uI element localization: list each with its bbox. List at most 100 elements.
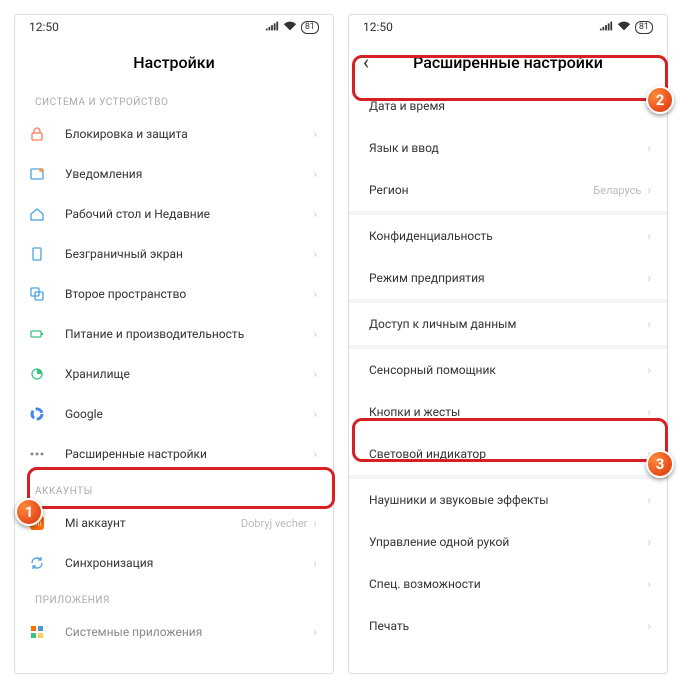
row-label: Доступ к личным данным xyxy=(369,317,647,331)
apps-icon xyxy=(29,624,65,640)
row-item[interactable]: Язык и ввод› xyxy=(349,127,667,169)
row-item[interactable]: Спец. возможности› xyxy=(349,563,667,605)
chevron-right-icon: › xyxy=(647,577,651,591)
row-label: Рабочий стол и Недавние xyxy=(65,207,313,221)
signal-icon xyxy=(599,20,613,35)
row-label: Конфиденциальность xyxy=(369,229,647,243)
chevron-right-icon: › xyxy=(313,516,317,530)
row-label: Второе пространство xyxy=(65,287,313,301)
chevron-right-icon: › xyxy=(313,367,317,381)
row-sync[interactable]: Синхронизация › xyxy=(15,543,333,583)
row-label: Управление одной рукой xyxy=(369,535,647,549)
row-item[interactable]: Управление одной рукой› xyxy=(349,521,667,563)
row-value: Dobryj vecher xyxy=(241,517,308,530)
row-label: Google xyxy=(65,407,313,421)
row-item[interactable]: Режим предприятия› xyxy=(349,257,667,299)
row-storage[interactable]: Хранилище › xyxy=(15,354,333,394)
row-item[interactable]: Световой индикатор› xyxy=(349,433,667,475)
row-label: Наушники и звуковые эффекты xyxy=(369,493,647,507)
chevron-right-icon: › xyxy=(647,447,651,461)
signal-icon xyxy=(265,20,279,35)
chevron-right-icon: › xyxy=(647,619,651,633)
row-notifications[interactable]: Уведомления › xyxy=(15,154,333,194)
row-fullscreen[interactable]: Безграничный экран › xyxy=(15,234,333,274)
row-advanced[interactable]: Расширенные настройки › xyxy=(15,434,333,474)
chevron-right-icon: › xyxy=(647,535,651,549)
row-battery-perf[interactable]: Питание и производительность › xyxy=(15,314,333,354)
chevron-right-icon: › xyxy=(647,405,651,419)
chevron-right-icon: › xyxy=(313,556,317,570)
row-value: Беларусь xyxy=(593,184,641,197)
chevron-right-icon: › xyxy=(313,167,317,181)
row-mi-account[interactable]: mi Mi аккаунт Dobryj vecher › xyxy=(15,503,333,543)
chevron-right-icon: › xyxy=(647,141,651,155)
fullscreen-icon xyxy=(29,246,65,262)
phone-advanced: 12:50 81 ‹ Расширенные настройки Дата и … xyxy=(348,14,668,674)
section-system: СИСТЕМА И УСТРОЙСТВО xyxy=(15,85,333,114)
row-label: Уведомления xyxy=(65,167,313,181)
row-item[interactable]: Сенсорный помощник› xyxy=(349,349,667,391)
row-label: Режим предприятия xyxy=(369,271,647,285)
back-icon[interactable]: ‹ xyxy=(363,50,369,74)
sync-icon xyxy=(29,555,65,571)
mi-icon: mi xyxy=(29,515,65,531)
row-home[interactable]: Рабочий стол и Недавние › xyxy=(15,194,333,234)
row-label: Блокировка и защита xyxy=(65,127,313,141)
title-bar: ‹ Расширенные настройки xyxy=(349,39,667,85)
chevron-right-icon: › xyxy=(647,271,651,285)
row-label: Спец. возможности xyxy=(369,577,647,591)
notification-icon xyxy=(29,166,65,182)
chevron-right-icon: › xyxy=(647,317,651,331)
section-accounts: АККАУНТЫ xyxy=(15,474,333,503)
row-label: Кнопки и жесты xyxy=(369,405,647,419)
clock: 12:50 xyxy=(29,20,59,34)
row-label: Mi аккаунт xyxy=(65,516,241,530)
row-label: Расширенные настройки xyxy=(65,447,313,461)
row-lock[interactable]: Блокировка и защита › xyxy=(15,114,333,154)
row-label: Синхронизация xyxy=(65,556,313,570)
google-icon xyxy=(29,406,65,422)
battery-icon: 81 xyxy=(301,21,319,34)
chevron-right-icon: › xyxy=(647,229,651,243)
row-label: Дата и время xyxy=(369,99,647,113)
battery-perf-icon xyxy=(29,326,65,342)
row-label: Системные приложения xyxy=(65,625,313,639)
chevron-right-icon: › xyxy=(313,447,317,461)
lock-icon xyxy=(29,126,65,142)
chevron-right-icon: › xyxy=(313,207,317,221)
status-bar: 12:50 81 xyxy=(15,15,333,39)
row-item[interactable]: Кнопки и жесты› xyxy=(349,391,667,433)
chevron-right-icon: › xyxy=(647,493,651,507)
row-label: Регион xyxy=(369,183,593,197)
svg-text:mi: mi xyxy=(33,519,42,528)
more-icon xyxy=(29,446,65,462)
row-label: Безграничный экран xyxy=(65,247,313,261)
page-title: Расширенные настройки xyxy=(413,53,603,72)
row-item[interactable]: Конфиденциальность› xyxy=(349,215,667,257)
chevron-right-icon: › xyxy=(647,183,651,197)
section-apps: ПРИЛОЖЕНИЯ xyxy=(15,583,333,612)
row-item[interactable]: Доступ к личным данным› xyxy=(349,303,667,345)
home-icon xyxy=(29,206,65,222)
row-label: Хранилище xyxy=(65,367,313,381)
row-label: Питание и производительность xyxy=(65,327,313,341)
chevron-right-icon: › xyxy=(647,99,651,113)
row-label: Печать xyxy=(369,619,647,633)
row-system-apps[interactable]: Системные приложения › xyxy=(15,612,333,652)
chevron-right-icon: › xyxy=(313,127,317,141)
row-google[interactable]: Google › xyxy=(15,394,333,434)
row-item[interactable]: РегионБеларусь › xyxy=(349,169,667,211)
clock: 12:50 xyxy=(363,20,393,34)
row-label: Сенсорный помощник xyxy=(369,363,647,377)
row-item[interactable]: Печать› xyxy=(349,605,667,647)
storage-icon xyxy=(29,366,65,382)
chevron-right-icon: › xyxy=(313,327,317,341)
row-label: Язык и ввод xyxy=(369,141,647,155)
row-second-space[interactable]: Второе пространство › xyxy=(15,274,333,314)
page-title: Настройки xyxy=(133,53,214,72)
second-space-icon xyxy=(29,286,65,302)
row-item[interactable]: Дата и время› xyxy=(349,85,667,127)
status-bar: 12:50 81 xyxy=(349,15,667,39)
row-item[interactable]: Наушники и звуковые эффекты› xyxy=(349,479,667,521)
chevron-right-icon: › xyxy=(313,625,317,639)
